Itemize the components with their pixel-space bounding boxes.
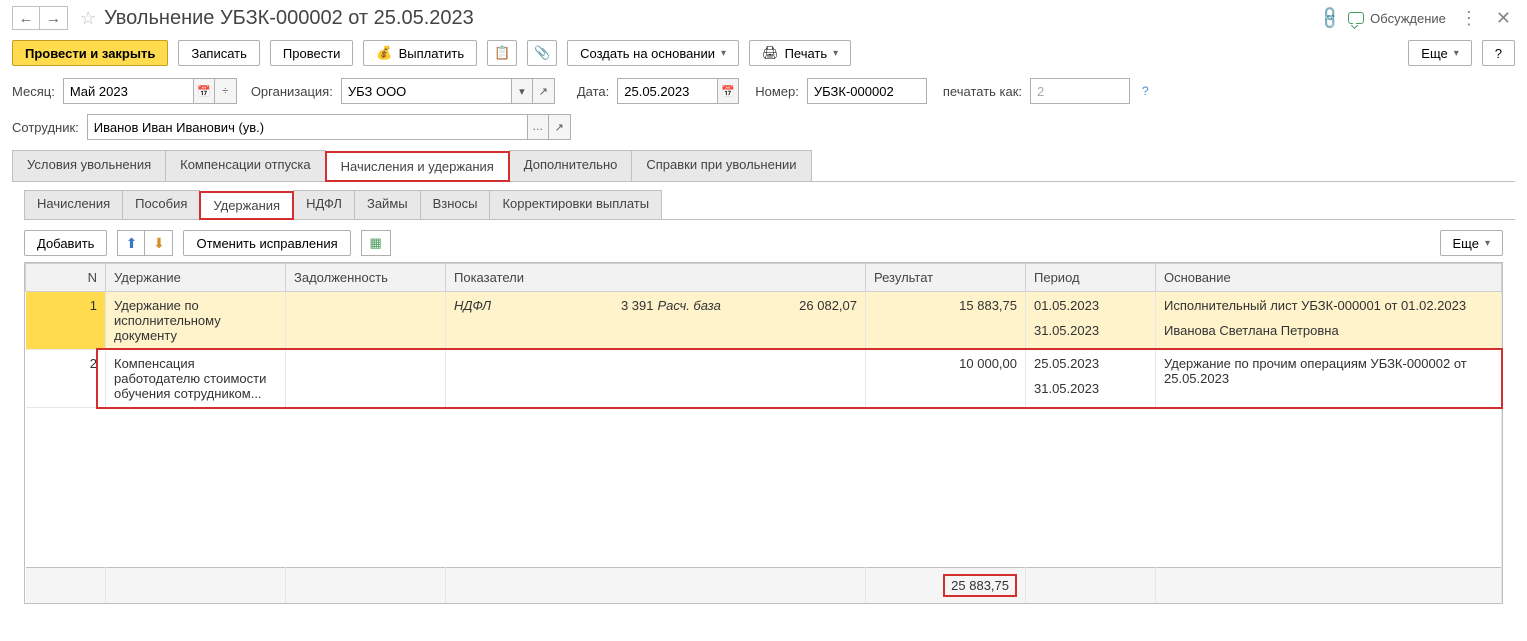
cell-debt: [286, 292, 446, 350]
month-input-group: ÷: [63, 78, 237, 104]
report-button[interactable]: [487, 40, 517, 66]
month-spinner-icon[interactable]: ÷: [215, 78, 237, 104]
add-row-button[interactable]: Добавить: [24, 230, 107, 256]
col-result[interactable]: Результат: [866, 264, 1026, 292]
tab-vacation-compensation[interactable]: Компенсации отпуска: [165, 150, 326, 181]
table-header-row: N Удержание Задолженность Показатели Рез…: [26, 264, 1502, 292]
titlebar: ← → ☆ Увольнение УБЗК-000002 от 25.05.20…: [12, 6, 1515, 30]
print-as-label: печатать как:: [943, 84, 1022, 99]
col-basis[interactable]: Основание: [1156, 264, 1502, 292]
table-filler-row: [26, 408, 1502, 568]
table-row[interactable]: 2 Компенсация работодателю стоимости обу…: [26, 350, 1502, 408]
attach-button[interactable]: [527, 40, 557, 66]
subtab-ndfl[interactable]: НДФЛ: [293, 190, 355, 219]
month-calendar-icon[interactable]: [193, 78, 215, 104]
nav-back-button[interactable]: ←: [12, 6, 40, 30]
record-button[interactable]: Записать: [178, 40, 260, 66]
link-icon[interactable]: 🔗: [1316, 4, 1344, 32]
col-deduction[interactable]: Удержание: [106, 264, 286, 292]
number-input[interactable]: [807, 78, 927, 104]
subtab-benefits[interactable]: Пособия: [122, 190, 200, 219]
cell-n: 1: [26, 292, 106, 350]
discussion-label: Обсуждение: [1370, 11, 1446, 26]
post-button[interactable]: Провести: [270, 40, 354, 66]
subtab-loans[interactable]: Займы: [354, 190, 421, 219]
more-menu-icon[interactable]: ⋮: [1454, 8, 1484, 29]
cell-basis: Исполнительный лист УБЗК-000001 от 01.02…: [1156, 292, 1502, 350]
cell-n: 2: [26, 350, 106, 408]
col-n[interactable]: N: [26, 264, 106, 292]
form-row-1: Месяц: ÷ Организация: ▾ ↗ Дата: Номер: п…: [12, 78, 1515, 104]
org-input[interactable]: [341, 78, 511, 104]
money-icon: [376, 45, 392, 61]
date-input[interactable]: [617, 78, 717, 104]
create-based-button[interactable]: Создать на основании: [567, 40, 739, 66]
cell-period: 01.05.2023 31.05.2023: [1026, 292, 1156, 350]
cell-indicators: НДФЛ 3 391 Расч. база 26 082,07: [446, 292, 866, 350]
help-button[interactable]: ?: [1482, 40, 1515, 66]
org-open-icon[interactable]: ↗: [533, 78, 555, 104]
cell-period: 25.05.2023 31.05.2023: [1026, 350, 1156, 408]
cell-basis: Удержание по прочим операциям УБЗК-00000…: [1156, 350, 1502, 408]
table-footer-row: 25 883,75: [26, 568, 1502, 604]
page-title: Увольнение УБЗК-000002 от 25.05.2023: [104, 7, 474, 30]
cell-deduction: Компенсация работодателю стоимости обуче…: [106, 350, 286, 408]
tab-accruals-deductions[interactable]: Начисления и удержания: [325, 151, 510, 182]
discussion-button[interactable]: Обсуждение: [1348, 11, 1446, 26]
tab-dismissal-conditions[interactable]: Условия увольнения: [12, 150, 166, 181]
spreadsheet-icon: [369, 235, 381, 251]
col-debt[interactable]: Задолженность: [286, 264, 446, 292]
main-tabs: Условия увольнения Компенсации отпуска Н…: [12, 150, 1515, 182]
tab-additional[interactable]: Дополнительно: [509, 150, 633, 181]
print-as-help-icon[interactable]: ?: [1142, 84, 1149, 98]
print-as-input[interactable]: [1030, 78, 1130, 104]
total-result: 25 883,75: [943, 574, 1017, 597]
cell-indicators: [446, 350, 866, 408]
attach-icon: [534, 45, 550, 61]
print-button[interactable]: Печать: [749, 40, 851, 66]
grid-toolbar: Добавить ⬆ ⬇ Отменить исправления Еще: [24, 230, 1515, 256]
col-indicators[interactable]: Показатели: [446, 264, 866, 292]
number-label: Номер:: [755, 84, 799, 99]
cell-result: 10 000,00: [866, 350, 1026, 408]
report-icon: [494, 45, 510, 61]
chat-icon: [1348, 12, 1364, 24]
main-toolbar: Провести и закрыть Записать Провести Вып…: [12, 40, 1515, 66]
cell-result: 15 883,75: [866, 292, 1026, 350]
nav-forward-button[interactable]: →: [40, 6, 68, 30]
subtab-contributions[interactable]: Взносы: [420, 190, 491, 219]
spreadsheet-button[interactable]: [361, 230, 391, 256]
month-input[interactable]: [63, 78, 193, 104]
cell-deduction: Удержание по исполнительному документу: [106, 292, 286, 350]
month-label: Месяц:: [12, 84, 55, 99]
employee-label: Сотрудник:: [12, 120, 79, 135]
print-icon: [762, 45, 779, 61]
tab-dismissal-certs[interactable]: Справки при увольнении: [631, 150, 811, 181]
org-label: Организация:: [251, 84, 333, 99]
pay-button[interactable]: Выплатить: [363, 40, 477, 66]
subtab-deductions[interactable]: Удержания: [199, 191, 294, 220]
col-period[interactable]: Период: [1026, 264, 1156, 292]
grid-more-button[interactable]: Еще: [1440, 230, 1503, 256]
cell-debt: [286, 350, 446, 408]
move-up-button[interactable]: ⬆: [117, 230, 145, 256]
cancel-corrections-button[interactable]: Отменить исправления: [183, 230, 350, 256]
post-and-close-button[interactable]: Провести и закрыть: [12, 40, 168, 66]
table-row[interactable]: 1 Удержание по исполнительному документу…: [26, 292, 1502, 350]
move-down-button[interactable]: ⬇: [145, 230, 173, 256]
favorite-star-icon[interactable]: ☆: [80, 8, 96, 29]
sub-tabs: Начисления Пособия Удержания НДФЛ Займы …: [24, 190, 1515, 220]
form-row-2: Сотрудник: … ↗: [12, 114, 1515, 140]
org-dropdown-icon[interactable]: ▾: [511, 78, 533, 104]
employee-open-icon[interactable]: ↗: [549, 114, 571, 140]
close-icon[interactable]: ✕: [1492, 8, 1515, 29]
more-button[interactable]: Еще: [1408, 40, 1471, 66]
date-calendar-icon[interactable]: [717, 78, 739, 104]
employee-input[interactable]: [87, 114, 527, 140]
subtab-pay-corrections[interactable]: Корректировки выплаты: [489, 190, 662, 219]
subtab-accruals[interactable]: Начисления: [24, 190, 123, 219]
date-label: Дата:: [577, 84, 609, 99]
employee-ellipsis-icon[interactable]: …: [527, 114, 549, 140]
deductions-table: N Удержание Задолженность Показатели Рез…: [24, 262, 1503, 604]
